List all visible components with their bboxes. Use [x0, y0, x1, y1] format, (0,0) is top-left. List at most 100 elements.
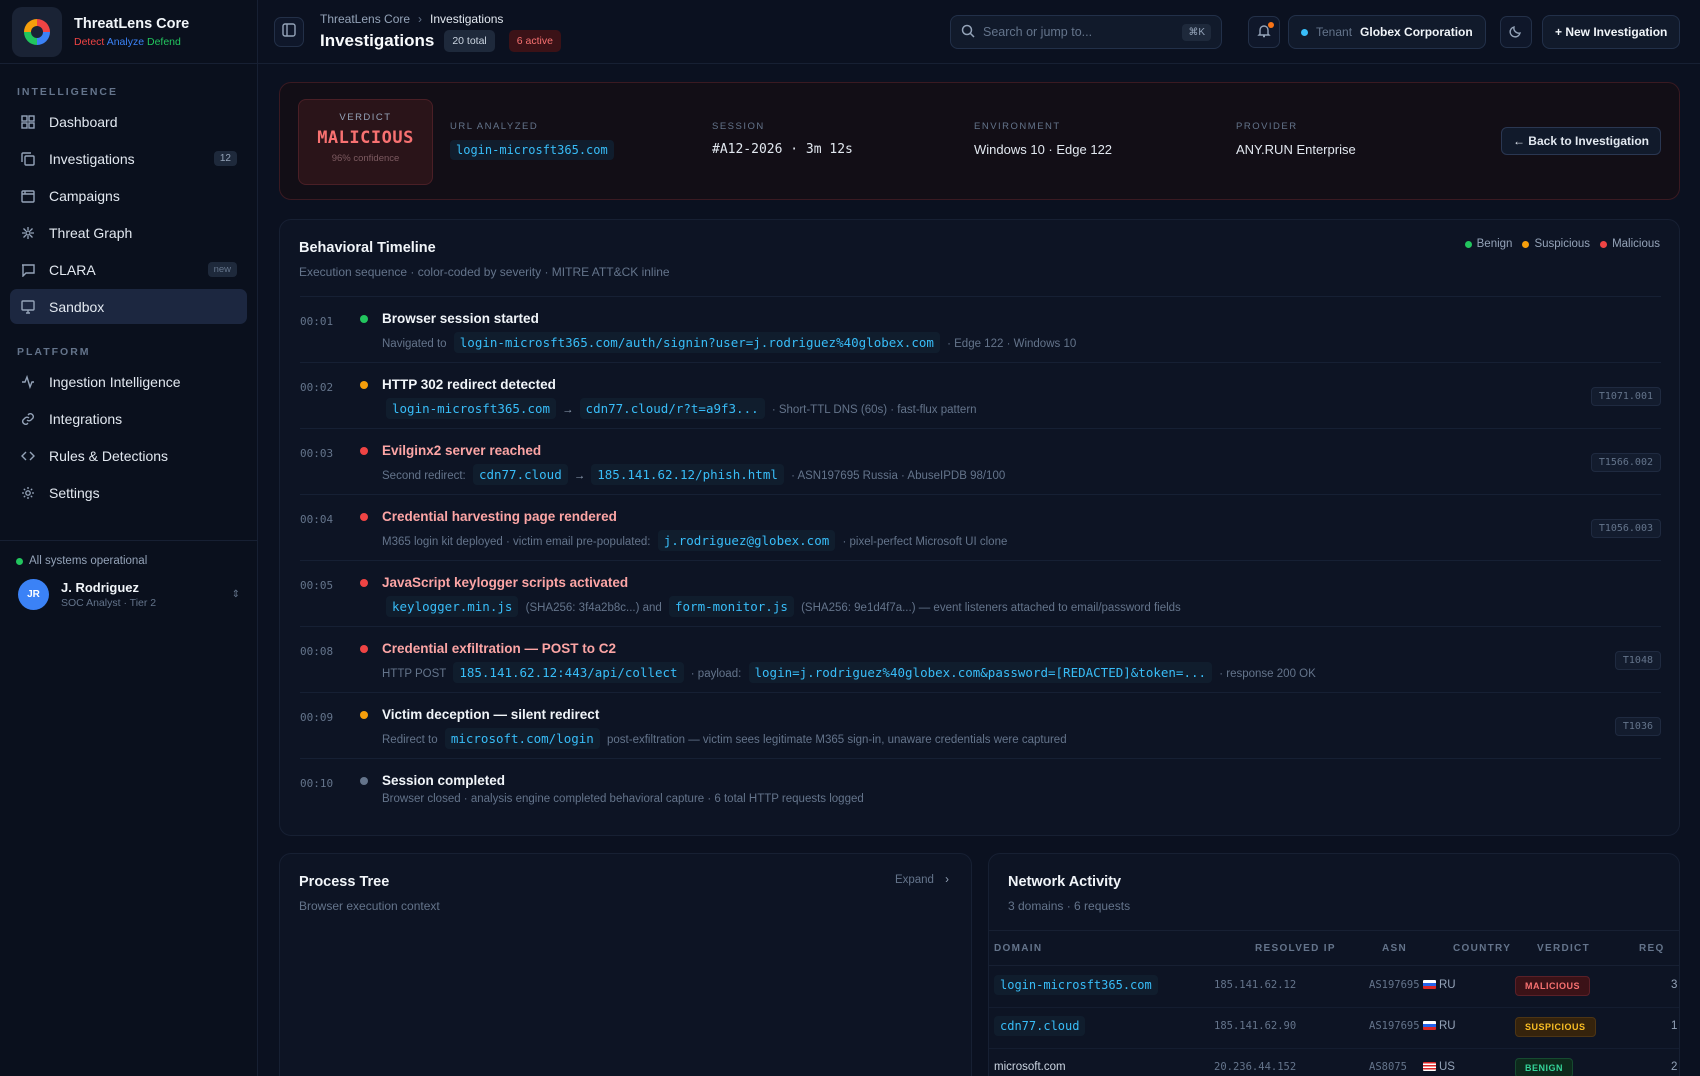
country-cell: RU — [1423, 1020, 1456, 1032]
search-input[interactable]: Search or jump to... ⌘K — [950, 15, 1222, 49]
copy-icon — [20, 151, 36, 167]
timeline-event[interactable]: 00:04 Credential harvesting page rendere… — [300, 494, 1661, 560]
timeline-event[interactable]: 00:02 HTTP 302 redirect detected login-m… — [300, 362, 1661, 428]
ip-cell: 185.141.62.12 — [1214, 979, 1297, 991]
event-domain[interactable]: cdn77.cloud — [472, 464, 568, 485]
table-row[interactable]: login-microsft365.com 185.141.62.12 AS19… — [989, 967, 1679, 1008]
table-row[interactable]: microsoft.com 20.236.44.152 AS8075 US BE… — [989, 1049, 1679, 1076]
mitre-tag[interactable]: T1036 — [1614, 717, 1661, 736]
sidebar-item-rules[interactable]: Rules & Detections — [10, 438, 247, 473]
breadcrumb-root[interactable]: ThreatLens Core — [320, 12, 410, 26]
timeline-event[interactable]: 00:01 Browser session started Navigated … — [300, 296, 1661, 362]
page-title: Investigations — [320, 30, 435, 50]
event-url[interactable]: 185.141.62.12/phish.html — [591, 464, 784, 485]
event-title: JavaScript keylogger scripts activated — [382, 575, 629, 590]
chat-icon — [20, 262, 36, 278]
timeline-event[interactable]: 00:09 Victim deception — silent redirect… — [300, 692, 1661, 758]
back-to-investigation-button[interactable]: ← Back to Investigation — [1500, 127, 1661, 155]
event-url[interactable]: microsoft.com/login — [444, 728, 600, 749]
event-url[interactable]: login-microsft365.com/auth/signin?user=j… — [453, 332, 940, 353]
domain-cell[interactable]: microsoft.com — [994, 1061, 1066, 1073]
event-payload[interactable]: login=j.rodriguez%40globex.com&password=… — [748, 662, 1213, 683]
sidebar-item-label: Sandbox — [49, 298, 105, 315]
gear-icon — [20, 485, 36, 501]
timeline-event[interactable]: 00:03 Evilginx2 server reached Second re… — [300, 428, 1661, 494]
col-verdict[interactable]: VERDICT — [1537, 943, 1590, 954]
verdict-banner: VERDICT MALICIOUS 96% confidence URL ANA… — [279, 82, 1680, 200]
col-req[interactable]: REQ — [1639, 943, 1665, 954]
timeline-title: Behavioral Timeline — [299, 240, 436, 256]
mitre-tag[interactable]: T1056.003 — [1590, 519, 1661, 538]
event-url[interactable]: 185.141.62.12:443/api/collect — [453, 662, 684, 683]
url-analyzed-value[interactable]: login-microsft365.com — [450, 140, 614, 160]
sidebar: ThreatLens Core Detect Analyze Defend IN… — [0, 0, 258, 1076]
mitre-tag[interactable]: T1566.002 — [1590, 453, 1661, 472]
col-resolved-ip[interactable]: RESOLVED IP — [1255, 943, 1336, 954]
col-domain[interactable]: DOMAIN — [994, 943, 1042, 954]
domain-cell[interactable]: login-microsft365.com — [994, 975, 1158, 995]
brand[interactable]: ThreatLens Core Detect Analyze Defend — [0, 0, 257, 64]
count-badge: 12 — [213, 151, 237, 166]
sidebar-item-sandbox[interactable]: Sandbox — [10, 289, 247, 324]
sidebar-item-threat-graph[interactable]: Threat Graph — [10, 215, 247, 250]
provider-value: ANY.RUN Enterprise — [1236, 142, 1356, 157]
process-tree-panel: Process Tree Browser execution context E… — [279, 853, 972, 1076]
mitre-tag[interactable]: T1071.001 — [1590, 387, 1661, 406]
event-detail: M365 login kit deployed · victim email p… — [382, 530, 1007, 551]
network-table-header: DOMAIN RESOLVED IP ASN COUNTRY VERDICT R… — [989, 930, 1679, 966]
table-row[interactable]: cdn77.cloud 185.141.62.90 AS197695 RU SU… — [989, 1008, 1679, 1049]
tenant-selector[interactable]: Tenant Globex Corporation — [1288, 15, 1486, 49]
event-time: 00:03 — [300, 447, 334, 460]
event-file[interactable]: keylogger.min.js — [386, 596, 519, 617]
brand-tagline: Detect Analyze Defend — [74, 36, 189, 48]
event-file[interactable]: form-monitor.js — [669, 596, 794, 617]
tenant-dot — [1301, 28, 1308, 36]
event-title: Victim deception — silent redirect — [382, 707, 600, 722]
event-domain[interactable]: login-microsft365.com — [386, 398, 557, 419]
new-investigation-button[interactable]: + New Investigation — [1542, 15, 1681, 49]
sidebar-item-investigations[interactable]: Investigations 12 — [10, 141, 247, 176]
sidebar-item-settings[interactable]: Settings — [10, 475, 247, 510]
sidebar-item-campaigns[interactable]: Campaigns — [10, 178, 247, 213]
domain-cell[interactable]: cdn77.cloud — [994, 1016, 1086, 1036]
top-header: ThreatLens Core › Investigations Investiga… — [258, 0, 1700, 64]
timeline-event[interactable]: 00:05 JavaScript keylogger scripts activ… — [300, 560, 1661, 626]
user-menu[interactable]: JR J. Rodriguez SOC Analyst · Tier 2 ⇕ — [0, 579, 258, 610]
event-time: 00:04 — [300, 513, 334, 526]
sidebar-toggle-button[interactable] — [274, 16, 304, 47]
theme-toggle-button[interactable] — [1500, 16, 1532, 48]
session-field: SESSION #A12-2026 · 3m 12s — [712, 121, 853, 157]
legend-benign: Benign — [1464, 238, 1512, 250]
severity-dot — [360, 645, 368, 653]
sidebar-item-dashboard[interactable]: Dashboard — [10, 104, 247, 139]
col-asn[interactable]: ASN — [1382, 943, 1407, 954]
event-title: Credential exfiltration — POST to C2 — [382, 641, 617, 656]
severity-legend: Benign Suspicious Malicious — [1455, 238, 1660, 250]
chevron-updown-icon: ⇕ — [231, 589, 240, 600]
mitre-tag[interactable]: T1048 — [1614, 651, 1661, 670]
chevron-right-icon: › — [418, 11, 423, 26]
event-url[interactable]: cdn77.cloud/r?t=a9f3... — [579, 398, 765, 419]
flag-us-icon — [1423, 1062, 1436, 1071]
sidebar-item-integrations[interactable]: Integrations — [10, 401, 247, 436]
breadcrumb: ThreatLens Core › Investigations — [320, 12, 575, 26]
new-badge: new — [207, 262, 237, 277]
timeline-event[interactable]: 00:10 Session completed Browser closed ·… — [300, 758, 1661, 824]
legend-malicious: Malicious — [1600, 238, 1660, 250]
ip-cell: 185.141.62.90 — [1214, 1020, 1297, 1032]
tenant-name: Globex Corporation — [1360, 25, 1473, 39]
event-time: 00:09 — [300, 711, 334, 724]
event-email[interactable]: j.rodriguez@globex.com — [657, 530, 836, 551]
expand-button[interactable]: Expand › — [895, 874, 949, 886]
col-country[interactable]: COUNTRY — [1453, 943, 1511, 954]
severity-dot — [360, 513, 368, 521]
severity-dot — [360, 315, 368, 323]
notifications-button[interactable] — [1248, 16, 1280, 48]
sidebar-item-ingestion[interactable]: Ingestion Intelligence — [10, 364, 247, 399]
timeline-event[interactable]: 00:08 Credential exfiltration — POST to … — [300, 626, 1661, 692]
event-time: 00:02 — [300, 381, 334, 394]
field-label: PROVIDER — [1236, 121, 1298, 132]
avatar: JR — [18, 579, 49, 610]
sidebar-item-clara[interactable]: CLARA new — [10, 252, 247, 287]
event-detail: Redirect to microsoft.com/login post-exf… — [382, 728, 1067, 749]
